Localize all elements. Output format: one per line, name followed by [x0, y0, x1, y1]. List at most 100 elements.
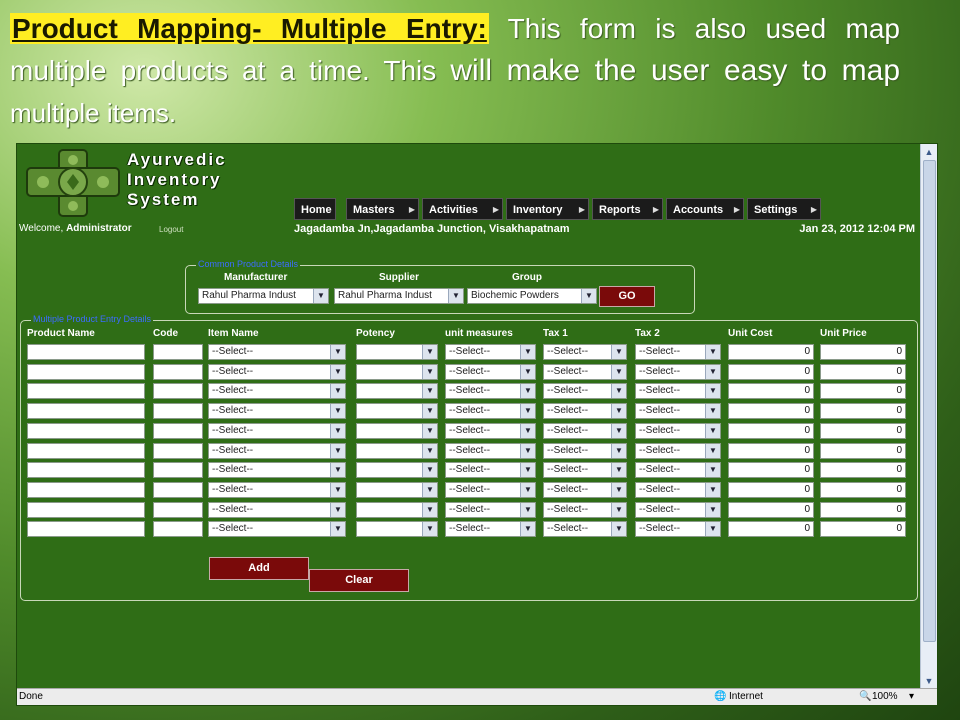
tax1-select[interactable]: --Select-- ▼	[543, 442, 627, 459]
tax1-select[interactable]: --Select-- ▼	[543, 363, 627, 380]
unit-price-input[interactable]: 0	[820, 422, 906, 439]
unit-price-input[interactable]: 0	[820, 501, 906, 518]
scroll-down-icon[interactable]: ▼	[923, 675, 935, 687]
potency-select[interactable]: ▼	[356, 521, 438, 538]
product-name-input[interactable]	[27, 403, 145, 420]
item-name-select[interactable]: --Select-- ▼	[208, 501, 346, 518]
item-name-select[interactable]: --Select-- ▼	[208, 344, 346, 360]
unit-cost-input[interactable]: 0	[728, 383, 814, 400]
zoom-dropdown-icon[interactable]: ▾	[909, 691, 914, 702]
tax2-select[interactable]: --Select-- ▼	[635, 363, 721, 380]
tax1-select[interactable]: --Select-- ▼	[543, 403, 627, 420]
product-name-input[interactable]	[27, 501, 145, 518]
unit-measures-select[interactable]: --Select-- ▼	[445, 442, 536, 459]
nav-reports[interactable]: Reports ▶	[592, 198, 663, 220]
unit-price-input[interactable]: 0	[820, 462, 906, 479]
go-button[interactable]: GO	[599, 286, 655, 307]
code-input[interactable]	[153, 442, 203, 459]
zoom-level[interactable]: 100%	[872, 691, 898, 702]
unit-measures-select[interactable]: --Select-- ▼	[445, 521, 536, 538]
unit-price-input[interactable]: 0	[820, 344, 906, 360]
tax2-select[interactable]: --Select-- ▼	[635, 344, 721, 360]
nav-activities[interactable]: Activities ▶	[422, 198, 503, 220]
nav-accounts[interactable]: Accounts ▶	[666, 198, 744, 220]
potency-select[interactable]: ▼	[356, 344, 438, 360]
potency-select[interactable]: ▼	[356, 481, 438, 498]
unit-price-input[interactable]: 0	[820, 363, 906, 380]
logout-link[interactable]: Logout	[159, 225, 183, 234]
tax1-select[interactable]: --Select-- ▼	[543, 383, 627, 400]
group-select[interactable]: Biochemic Powders ▼	[467, 288, 597, 304]
supplier-select[interactable]: Rahul Pharma Indust ▼	[334, 288, 464, 304]
product-name-input[interactable]	[27, 363, 145, 380]
tax1-select[interactable]: --Select-- ▼	[543, 501, 627, 518]
potency-select[interactable]: ▼	[356, 363, 438, 380]
unit-measures-select[interactable]: --Select-- ▼	[445, 462, 536, 479]
tax1-select[interactable]: --Select-- ▼	[543, 344, 627, 360]
tax2-select[interactable]: --Select-- ▼	[635, 383, 721, 400]
potency-select[interactable]: ▼	[356, 383, 438, 400]
scroll-up-icon[interactable]: ▲	[923, 146, 935, 158]
product-name-input[interactable]	[27, 462, 145, 479]
product-name-input[interactable]	[27, 481, 145, 498]
scroll-thumb[interactable]	[923, 160, 936, 642]
potency-select[interactable]: ▼	[356, 442, 438, 459]
tax1-select[interactable]: --Select-- ▼	[543, 422, 627, 439]
nav-masters[interactable]: Masters ▶	[346, 198, 419, 220]
unit-price-input[interactable]: 0	[820, 383, 906, 400]
tax2-select[interactable]: --Select-- ▼	[635, 403, 721, 420]
unit-measures-select[interactable]: --Select-- ▼	[445, 383, 536, 400]
unit-price-input[interactable]: 0	[820, 442, 906, 459]
tax2-select[interactable]: --Select-- ▼	[635, 481, 721, 498]
tax2-select[interactable]: --Select-- ▼	[635, 442, 721, 459]
unit-cost-input[interactable]: 0	[728, 501, 814, 518]
unit-cost-input[interactable]: 0	[728, 462, 814, 479]
unit-cost-input[interactable]: 0	[728, 442, 814, 459]
item-name-select[interactable]: --Select-- ▼	[208, 462, 346, 479]
code-input[interactable]	[153, 481, 203, 498]
manufacturer-select[interactable]: Rahul Pharma Indust ▼	[198, 288, 329, 304]
unit-cost-input[interactable]: 0	[728, 403, 814, 420]
code-input[interactable]	[153, 462, 203, 479]
unit-cost-input[interactable]: 0	[728, 422, 814, 439]
unit-price-input[interactable]: 0	[820, 403, 906, 420]
unit-measures-select[interactable]: --Select-- ▼	[445, 422, 536, 439]
code-input[interactable]	[153, 344, 203, 360]
product-name-input[interactable]	[27, 383, 145, 400]
vertical-scrollbar[interactable]: ▲ ▼	[920, 144, 937, 689]
item-name-select[interactable]: --Select-- ▼	[208, 383, 346, 400]
code-input[interactable]	[153, 422, 203, 439]
zoom-icon[interactable]: 🔍	[859, 691, 871, 702]
tax2-select[interactable]: --Select-- ▼	[635, 462, 721, 479]
item-name-select[interactable]: --Select-- ▼	[208, 403, 346, 420]
add-button[interactable]: Add	[209, 557, 309, 580]
tax2-select[interactable]: --Select-- ▼	[635, 521, 721, 538]
potency-select[interactable]: ▼	[356, 403, 438, 420]
unit-cost-input[interactable]: 0	[728, 521, 814, 538]
code-input[interactable]	[153, 383, 203, 400]
nav-inventory[interactable]: Inventory ▶	[506, 198, 589, 220]
unit-price-input[interactable]: 0	[820, 521, 906, 538]
code-input[interactable]	[153, 403, 203, 420]
unit-cost-input[interactable]: 0	[728, 344, 814, 360]
product-name-input[interactable]	[27, 422, 145, 439]
unit-measures-select[interactable]: --Select-- ▼	[445, 501, 536, 518]
unit-measures-select[interactable]: --Select-- ▼	[445, 403, 536, 420]
unit-measures-select[interactable]: --Select-- ▼	[445, 363, 536, 380]
unit-price-input[interactable]: 0	[820, 481, 906, 498]
unit-measures-select[interactable]: --Select-- ▼	[445, 481, 536, 498]
product-name-input[interactable]	[27, 442, 145, 459]
code-input[interactable]	[153, 501, 203, 518]
item-name-select[interactable]: --Select-- ▼	[208, 363, 346, 380]
tax1-select[interactable]: --Select-- ▼	[543, 481, 627, 498]
clear-button[interactable]: Clear	[309, 569, 409, 592]
tax1-select[interactable]: --Select-- ▼	[543, 462, 627, 479]
tax2-select[interactable]: --Select-- ▼	[635, 422, 721, 439]
potency-select[interactable]: ▼	[356, 462, 438, 479]
nav-home[interactable]: Home	[294, 198, 336, 220]
unit-cost-input[interactable]: 0	[728, 363, 814, 380]
item-name-select[interactable]: --Select-- ▼	[208, 422, 346, 439]
tax2-select[interactable]: --Select-- ▼	[635, 501, 721, 518]
product-name-input[interactable]	[27, 344, 145, 360]
code-input[interactable]	[153, 363, 203, 380]
